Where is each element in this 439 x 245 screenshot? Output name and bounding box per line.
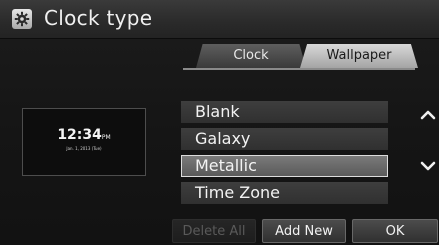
tab-clock[interactable]: Clock bbox=[196, 44, 306, 68]
page-title: Clock type bbox=[44, 6, 153, 30]
add-new-button[interactable]: Add New bbox=[262, 219, 346, 243]
list-item-time-zone[interactable]: Time Zone bbox=[181, 182, 388, 204]
ok-button[interactable]: OK bbox=[352, 219, 438, 243]
preview-time: 12:34PM bbox=[23, 127, 145, 143]
preview-time-value: 12:34 bbox=[57, 127, 102, 143]
list-item-blank[interactable]: Blank bbox=[181, 101, 388, 123]
wallpaper-preview: 12:34PM Jan. 1, 2013 (Tue) bbox=[22, 108, 146, 176]
chevron-down-icon[interactable] bbox=[419, 158, 437, 174]
gear-icon bbox=[12, 9, 32, 29]
delete-all-button[interactable]: Delete All bbox=[172, 219, 256, 243]
preview-date: Jan. 1, 2013 (Tue) bbox=[66, 146, 102, 151]
clock-type-screen: Clock type Clock Wallpaper 12:34PM Jan. … bbox=[0, 0, 439, 245]
tab-wallpaper[interactable]: Wallpaper bbox=[300, 44, 418, 68]
list-item-metallic[interactable]: Metallic bbox=[181, 155, 388, 177]
preview-ampm: PM bbox=[101, 134, 111, 141]
title-bar: Clock type bbox=[0, 0, 439, 39]
list-item-galaxy[interactable]: Galaxy bbox=[181, 128, 388, 150]
tab-underline bbox=[183, 68, 415, 70]
chevron-up-icon[interactable] bbox=[419, 107, 437, 123]
